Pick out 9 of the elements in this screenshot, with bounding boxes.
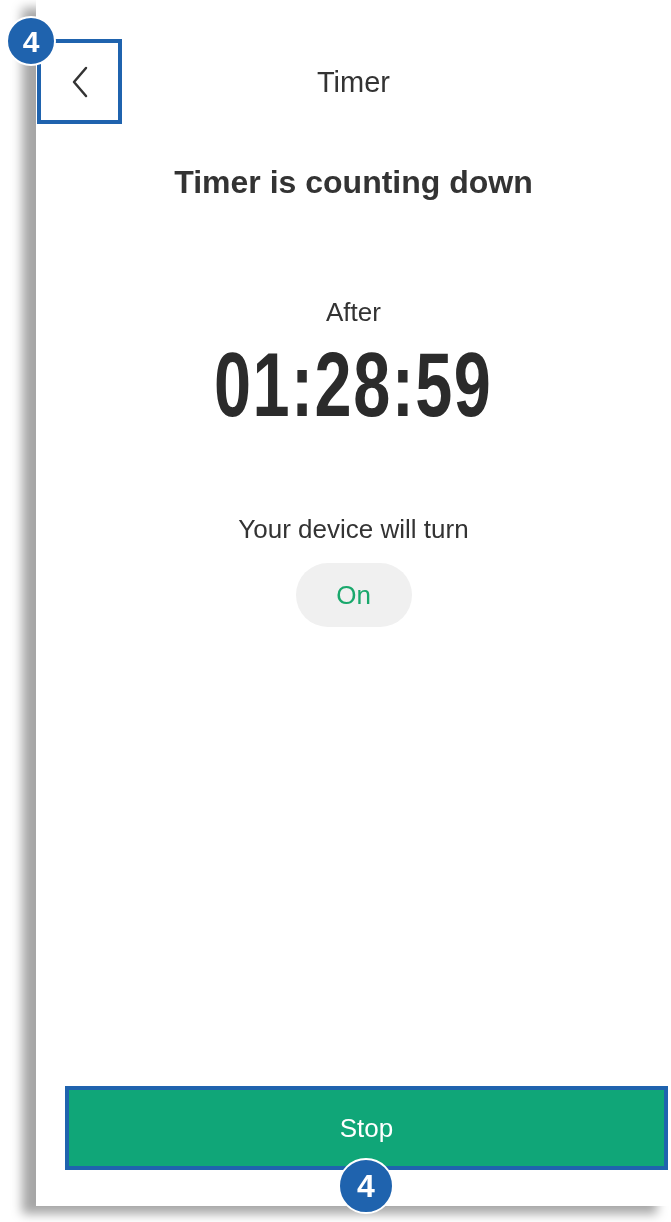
status-heading: Timer is counting down [174, 163, 533, 202]
back-icon [70, 65, 89, 98]
after-label: After [326, 296, 381, 328]
action-label: Your device will turn [238, 513, 469, 545]
callout-badge: 4 [6, 16, 56, 66]
screen-title: Timer [316, 65, 391, 100]
state-pill: On [295, 563, 412, 627]
countdown-time: 01:28:59 [214, 342, 493, 428]
stop-button[interactable]: Stop [65, 1086, 668, 1170]
